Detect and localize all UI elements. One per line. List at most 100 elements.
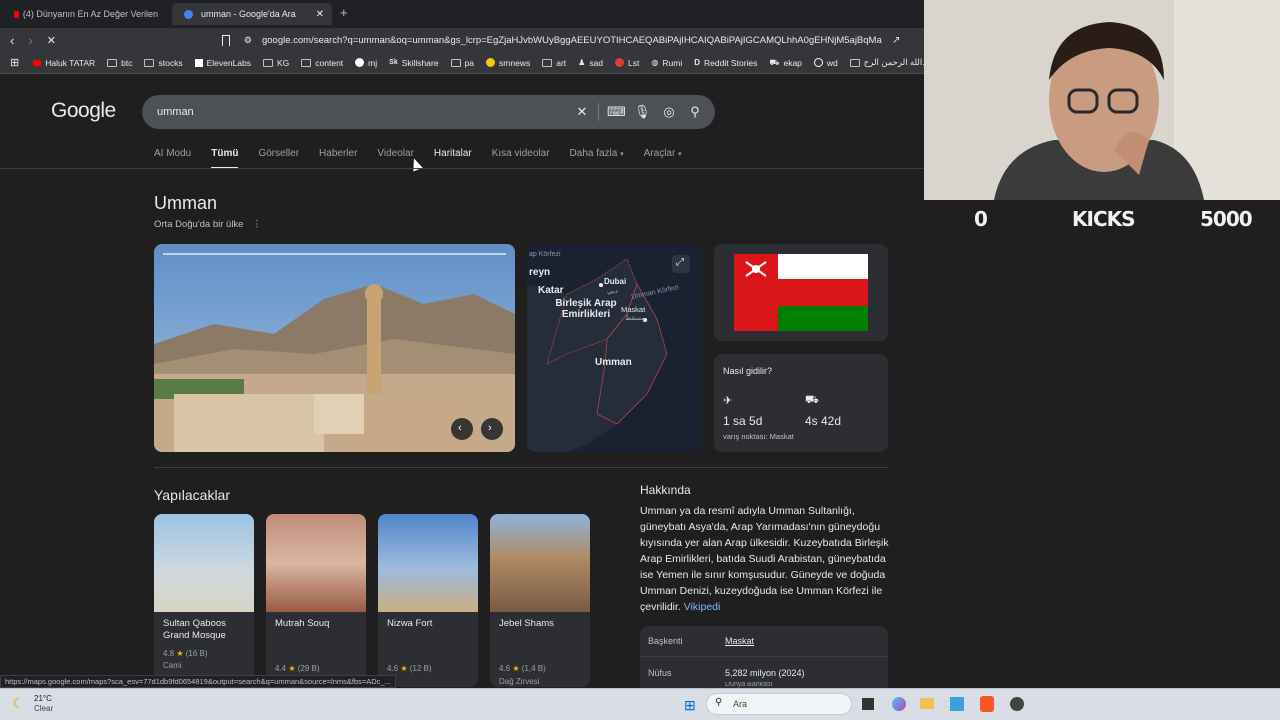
tab-more[interactable]: Daha fazla ▾	[570, 148, 624, 169]
place-rating: 4.4 ★ (29 B)	[275, 664, 320, 673]
search-icon: ⚲	[715, 697, 723, 708]
place-rating: 4.6 ★ (1,4 B)	[499, 664, 546, 673]
bookmark-item[interactable]: ⛟ ekap	[769, 58, 802, 68]
apps-grid-icon[interactable]: ⊞	[10, 56, 19, 69]
brave-browser-icon[interactable]	[980, 696, 994, 712]
expand-map-icon[interactable]: ⤢	[676, 257, 684, 268]
search-box[interactable]: umman ✕ ⌨ 🎙︎ ◎ ⚲	[142, 95, 715, 129]
drive-duration[interactable]: 4s 42d	[805, 414, 841, 428]
close-tab-icon[interactable]: ✕	[316, 9, 324, 20]
tab-short-videos[interactable]: Kısa videolar	[492, 148, 550, 169]
place-name: Sultan Qaboos Grand Mosque	[163, 618, 226, 641]
keyboard-icon[interactable]: ⌨	[607, 104, 626, 120]
map-label: Umman	[595, 357, 632, 368]
bookmark-item[interactable]: ◍ Rumi	[651, 58, 682, 68]
taskbar-search[interactable]: ⚲ Ara	[706, 693, 852, 715]
bookmark-star-icon[interactable]	[221, 34, 230, 46]
bookmark-item[interactable]: wd	[813, 58, 838, 68]
bookmark-item[interactable]: KG	[263, 58, 289, 68]
place-card[interactable]: Jebel Shams 4.6 ★ (1,4 B) Dağ Zirvesi	[490, 514, 590, 687]
tab-all[interactable]: Tümü	[211, 148, 239, 169]
forward-icon[interactable]: ›	[28, 33, 32, 48]
map-label: Dubai	[604, 277, 627, 286]
photo-carousel[interactable]: ‹ ›	[154, 244, 515, 452]
browser-tab-active[interactable]: umman - Google'da Ara ✕	[172, 3, 332, 25]
folder-icon	[301, 58, 312, 67]
stop-loading-icon[interactable]: ✕	[47, 34, 56, 47]
mountain-photo	[490, 514, 590, 612]
tab-ai-mode[interactable]: AI Modu	[154, 148, 191, 169]
lst-icon	[615, 58, 625, 67]
elevenlabs-icon	[194, 58, 203, 67]
site-info-icon[interactable]: ⚙	[244, 35, 252, 46]
fact-value-link[interactable]: Maskat	[725, 636, 754, 646]
how-to-get-card[interactable]: Nasıl gidilir? ✈ ⛟ 1 sa 5d 4s 42d varış …	[714, 354, 888, 452]
weather-condition: Clear	[34, 704, 54, 713]
browser-tab[interactable]: (4) Dünyanın En Az Değer Verilen	[6, 3, 166, 25]
new-tab-button[interactable]: +	[340, 5, 348, 20]
kicks-counter-overlay: 0 KICKS 5000	[924, 200, 1280, 236]
bookmark-item[interactable]: ElevenLabs	[194, 58, 251, 68]
folder-icon	[542, 58, 553, 67]
bookmark-item[interactable]: stocks	[144, 58, 183, 68]
streamer-webcam-image	[924, 0, 1280, 200]
snipping-tool-icon[interactable]	[950, 697, 964, 711]
bookmark-item[interactable]: pa	[450, 58, 474, 68]
bookmark-item[interactable]: الله الرحمن الرح...	[849, 57, 929, 68]
share-icon[interactable]: ↗	[892, 35, 900, 46]
place-card[interactable]: Sultan Qaboos Grand Mosque 4.8 ★ (16 B) …	[154, 514, 254, 687]
dropdown-arrow-icon: ▾	[620, 151, 624, 158]
flight-duration[interactable]: 1 sa 5d	[723, 414, 762, 428]
bookmark-item[interactable]: content	[301, 58, 343, 68]
bookmark-item[interactable]: art	[542, 58, 566, 68]
url-field[interactable]: google.com/search?q=umman&oq=umman&gs_lc…	[262, 35, 882, 46]
app-icon[interactable]	[1010, 697, 1024, 711]
place-card[interactable]: Mutrah Souq 4.4 ★ (29 B)	[266, 514, 366, 687]
search-icon[interactable]: ⚲	[687, 104, 703, 120]
clear-icon[interactable]: ✕	[574, 104, 590, 120]
file-explorer-icon[interactable]	[920, 698, 934, 709]
airplane-icon: ✈	[723, 395, 733, 407]
side-panel-background	[924, 236, 1280, 688]
bookmark-item[interactable]: Haluk TATAR	[33, 58, 95, 68]
google-favicon-icon	[184, 9, 193, 19]
tab-videos[interactable]: Videolar	[377, 148, 414, 169]
task-view-icon[interactable]	[862, 698, 874, 710]
oman-map	[527, 244, 702, 452]
bookmark-item[interactable]: Lst	[615, 58, 639, 68]
bookmark-item[interactable]: mj	[355, 58, 377, 68]
windows-start-icon[interactable]: ⊞	[684, 697, 696, 714]
back-icon[interactable]: ‹	[10, 33, 14, 48]
carousel-next-icon[interactable]: ›	[488, 422, 492, 434]
tab-news[interactable]: Haberler	[319, 148, 357, 169]
bookmark-item[interactable]: D Reddit Stories	[694, 58, 757, 68]
bookmark-item[interactable]: Sk Skillshare	[389, 58, 438, 68]
facts-table: Başkenti Maskat Nüfus 5,282 milyon (2024…	[640, 626, 888, 690]
map-card[interactable]: ap Körfezi reyn Katar Dubai دبي Umman Kö…	[527, 244, 702, 452]
fact-label: Başkenti	[648, 636, 683, 646]
google-logo[interactable]: Google	[51, 99, 116, 123]
search-input[interactable]: umman	[157, 106, 194, 118]
flag-card[interactable]	[714, 244, 888, 341]
temperature: 21°C	[34, 694, 52, 703]
tab-tools[interactable]: Araçlar ▾	[644, 148, 682, 169]
tab-maps[interactable]: Haritalar	[434, 148, 472, 169]
lens-camera-icon[interactable]: ◎	[661, 104, 677, 120]
bookmark-item[interactable]: btc	[107, 58, 132, 68]
bookmark-item[interactable]: ♟ sad	[578, 58, 603, 68]
copilot-icon[interactable]	[892, 697, 906, 711]
tab-images[interactable]: Görseller	[258, 148, 299, 169]
microphone-icon[interactable]: 🎙︎	[634, 104, 651, 120]
carousel-prev-icon[interactable]: ‹	[458, 422, 462, 434]
souq-photo	[266, 514, 366, 612]
more-options-icon[interactable]: ⋮	[252, 219, 262, 230]
wikidata-icon	[813, 58, 823, 67]
wikipedia-link[interactable]: Vikipedi	[684, 601, 721, 613]
moon-weather-icon[interactable]: ☾	[12, 695, 25, 712]
bookmark-item[interactable]: smnews	[486, 58, 530, 68]
smnews-icon	[486, 58, 496, 67]
place-card[interactable]: Nizwa Fort 4.6 ★ (12 B)	[378, 514, 478, 687]
map-label: Birleşik Arap Emirlikleri	[555, 298, 617, 320]
youtube-icon	[33, 59, 42, 66]
folder-icon	[107, 58, 118, 67]
